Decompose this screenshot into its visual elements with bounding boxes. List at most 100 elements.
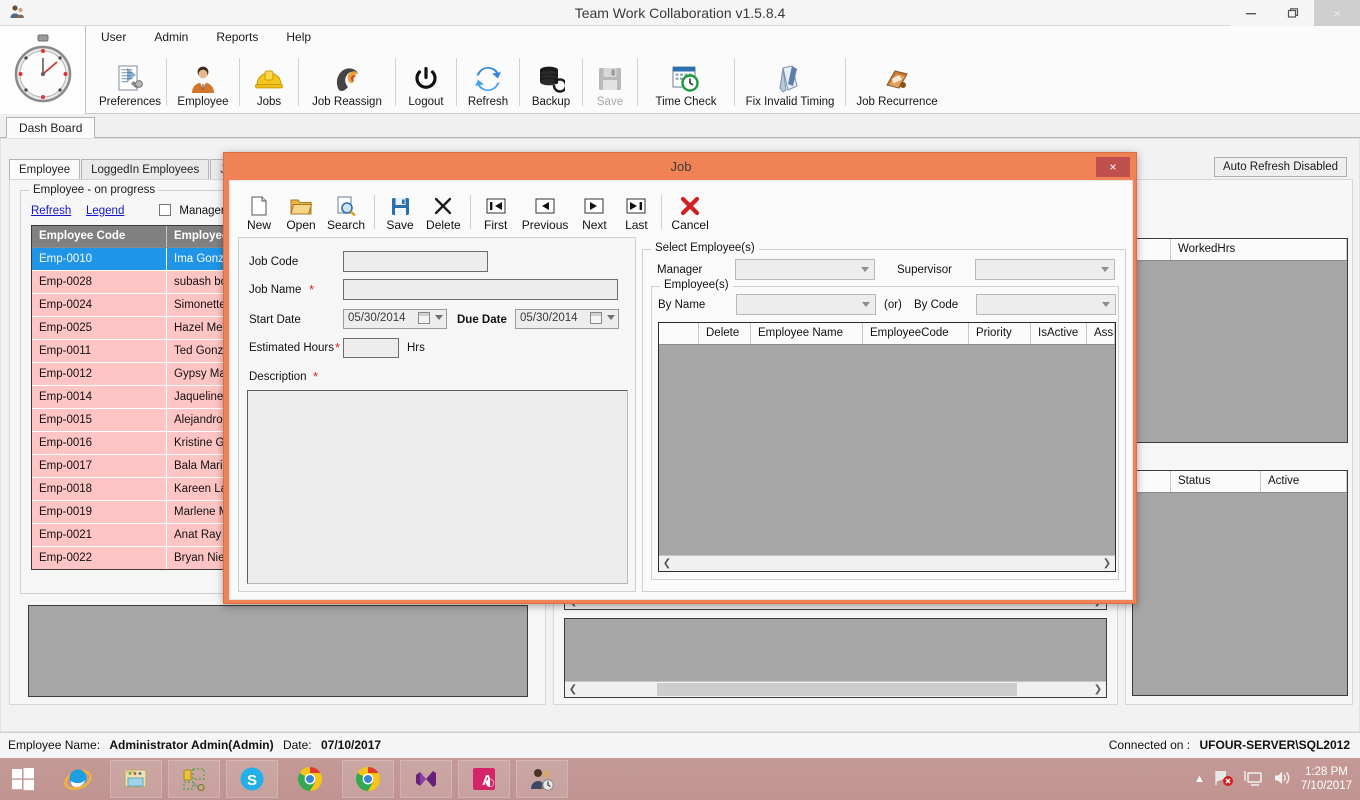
volume-icon[interactable] <box>1272 769 1292 790</box>
job-last-button[interactable]: Last <box>615 187 657 233</box>
chevron-down-icon[interactable] <box>435 315 443 320</box>
toolbar-logout-button[interactable]: Logout <box>398 50 454 110</box>
column-row-selector[interactable] <box>659 323 699 344</box>
job-reassign-icon <box>333 62 361 96</box>
taskbar-sql-tools[interactable] <box>168 760 220 798</box>
column-assign-date[interactable]: Assign Date <box>1087 323 1115 344</box>
hscroll-thumb[interactable] <box>656 683 1017 696</box>
legend-link[interactable]: Legend <box>86 205 124 217</box>
toolbar-job-recurrence-button[interactable]: Job Recurrence <box>848 50 946 110</box>
show-hidden-icons-button[interactable]: ▲ <box>1194 773 1205 785</box>
job-search-button[interactable]: Search <box>322 187 370 233</box>
taskbar-visual-studio[interactable] <box>400 760 452 798</box>
taskbar-ms-access[interactable]: A <box>458 760 510 798</box>
job-previous-button[interactable]: Previous <box>517 187 574 233</box>
worked-hours-grid[interactable]: WorkedHrs <box>1132 238 1348 443</box>
assigned-grid-header: Delete Employee Name EmployeeCode Priori… <box>659 323 1115 345</box>
column-blank[interactable] <box>1133 471 1171 492</box>
toolbar-save-button[interactable]: Save <box>585 50 635 110</box>
toolbar-job-reassign-button[interactable]: Job Reassign <box>301 50 393 110</box>
refresh-link[interactable]: Refresh <box>31 205 71 217</box>
taskbar-internet-explorer[interactable] <box>52 760 104 798</box>
manager-combobox[interactable] <box>735 259 875 280</box>
taskbar-file-explorer[interactable] <box>110 760 162 798</box>
column-blank[interactable] <box>1133 239 1171 260</box>
assigned-employees-grid[interactable]: Delete Employee Name EmployeeCode Priori… <box>658 322 1116 572</box>
column-active[interactable]: Active <box>1261 471 1347 492</box>
toolbar-preferences-button[interactable]: Preferences <box>96 50 164 110</box>
column-employee-name[interactable]: Employee Name <box>751 323 863 344</box>
toolbar-separator <box>582 58 583 106</box>
scroll-left-icon[interactable]: ❮ <box>659 558 675 569</box>
menu-item-help[interactable]: Help <box>283 28 314 46</box>
job-name-input[interactable] <box>343 279 618 300</box>
start-date-input[interactable]: 05/30/2014 <box>343 309 447 329</box>
display-icon[interactable] <box>1243 769 1263 790</box>
job-next-button[interactable]: Next <box>573 187 615 233</box>
taskbar-chrome-1[interactable] <box>284 760 336 798</box>
tab-dash-board[interactable]: Dash Board <box>6 117 96 138</box>
auto-refresh-button[interactable]: Auto Refresh Disabled <box>1213 157 1347 177</box>
toolbar-jobs-button[interactable]: Jobs <box>242 50 296 110</box>
scroll-right-icon[interactable]: ❯ <box>1090 684 1106 695</box>
taskbar-clock[interactable]: 1:28 PM 7/10/2017 <box>1301 765 1352 793</box>
column-employee-code[interactable]: Employee Code <box>32 226 167 247</box>
job-recurrence-icon <box>883 62 911 96</box>
calendar-icon[interactable] <box>418 312 430 324</box>
due-date-input[interactable]: 05/30/2014 <box>515 309 619 329</box>
by-name-combobox[interactable] <box>736 294 876 315</box>
column-status[interactable]: Status <box>1171 471 1261 492</box>
scroll-right-icon[interactable]: ❯ <box>1099 558 1115 569</box>
toolbar-time-check-button[interactable]: Time Check <box>640 50 732 110</box>
description-textarea[interactable] <box>247 390 628 584</box>
employee-lower-grid[interactable] <box>28 605 528 697</box>
toolbar-refresh-button[interactable]: Refresh <box>459 50 517 110</box>
cell-employee-code: Emp-0028 <box>32 271 167 293</box>
taskbar-skype[interactable]: S <box>226 760 278 798</box>
toolbar-employee-button[interactable]: Employee <box>169 50 237 110</box>
job-cancel-button[interactable]: Cancel <box>666 187 713 233</box>
supervisor-combobox[interactable] <box>975 259 1115 280</box>
tab-loggedin-employees[interactable]: LoggedIn Employees <box>81 159 210 180</box>
scroll-left-icon[interactable]: ❮ <box>565 684 581 695</box>
manager-checkbox[interactable] <box>159 204 172 216</box>
status-grid[interactable]: Status Active <box>1132 470 1348 696</box>
job-code-input[interactable] <box>343 251 488 272</box>
menu-item-admin[interactable]: Admin <box>151 28 191 46</box>
job-delete-button[interactable]: Delete <box>421 187 466 233</box>
column-worked-hrs[interactable]: WorkedHrs <box>1171 239 1347 260</box>
column-isactive[interactable]: IsActive <box>1031 323 1087 344</box>
toolbar-label: Cancel <box>671 218 709 232</box>
jobs-lower-hscroll[interactable]: ❮ ❯ <box>565 681 1106 697</box>
by-code-combobox[interactable] <box>976 294 1116 315</box>
job-first-button[interactable]: First <box>475 187 517 233</box>
tab-employee[interactable]: Employee <box>9 159 81 180</box>
assigned-grid-hscroll[interactable]: ❮ ❯ <box>659 555 1115 571</box>
taskbar-teamwork-app[interactable] <box>516 760 568 798</box>
chevron-down-icon[interactable] <box>607 315 615 320</box>
start-date-label: Start Date <box>249 314 301 326</box>
column-employee-code[interactable]: EmployeeCode <box>863 323 969 344</box>
toolbar-fix-invalid-timing-button[interactable]: Fix Invalid Timing <box>737 50 843 110</box>
calendar-icon[interactable] <box>590 312 602 324</box>
column-priority[interactable]: Priority <box>969 323 1031 344</box>
job-new-button[interactable]: New <box>238 187 280 233</box>
toolbar-backup-button[interactable]: Backup <box>522 50 580 110</box>
menu-item-user[interactable]: User <box>98 28 129 46</box>
restore-button[interactable] <box>1272 0 1314 26</box>
job-dialog-title: Job <box>670 159 692 174</box>
close-button[interactable]: × <box>1314 0 1360 26</box>
column-delete[interactable]: Delete <box>699 323 751 344</box>
job-open-button[interactable]: Open <box>280 187 322 233</box>
minimize-button[interactable] <box>1230 0 1272 26</box>
estimated-hours-input[interactable] <box>343 338 399 358</box>
network-error-icon[interactable] <box>1214 769 1234 790</box>
job-save-button[interactable]: Save <box>379 187 421 233</box>
cell-employee-code: Emp-0011 <box>32 340 167 362</box>
jobs-lower-grid[interactable]: ❮ ❯ <box>564 618 1107 698</box>
menu-item-reports[interactable]: Reports <box>213 28 261 46</box>
taskbar-chrome-2[interactable] <box>342 760 394 798</box>
job-dialog-close-button[interactable]: × <box>1096 157 1130 177</box>
select-employees-group: Select Employee(s) Manager Supervisor Em… <box>642 242 1126 592</box>
start-button[interactable] <box>0 758 46 800</box>
